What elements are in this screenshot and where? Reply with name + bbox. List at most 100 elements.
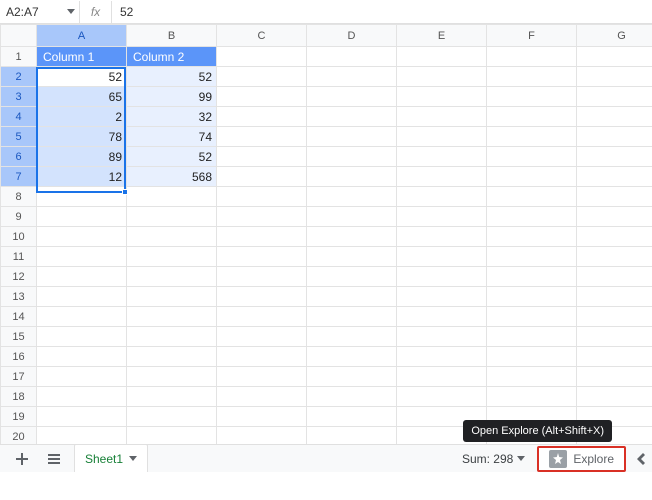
cell[interactable]: [307, 227, 397, 247]
cell[interactable]: [577, 347, 652, 367]
name-box[interactable]: A2:A7: [0, 1, 80, 23]
cell[interactable]: [307, 307, 397, 327]
cell[interactable]: [487, 47, 577, 67]
row-header[interactable]: 8: [1, 187, 37, 207]
cell[interactable]: [37, 287, 127, 307]
cell[interactable]: [577, 327, 652, 347]
cell[interactable]: [217, 247, 307, 267]
cell[interactable]: 2: [37, 107, 127, 127]
cell[interactable]: [577, 247, 652, 267]
cell[interactable]: 52: [127, 67, 217, 87]
cell[interactable]: [307, 147, 397, 167]
row-header[interactable]: 1: [1, 47, 37, 67]
cell[interactable]: [577, 47, 652, 67]
cell[interactable]: [397, 307, 487, 327]
cell[interactable]: [127, 227, 217, 247]
cell[interactable]: [127, 287, 217, 307]
row-header[interactable]: 13: [1, 287, 37, 307]
row-header[interactable]: 14: [1, 307, 37, 327]
cell[interactable]: [487, 127, 577, 147]
cell[interactable]: [127, 407, 217, 427]
cell[interactable]: [217, 87, 307, 107]
cell[interactable]: 12: [37, 167, 127, 187]
cell[interactable]: 89: [37, 147, 127, 167]
formula-input[interactable]: [112, 1, 652, 23]
cell[interactable]: 99: [127, 87, 217, 107]
quicksum-button[interactable]: Sum: 298: [454, 452, 533, 466]
cell[interactable]: [307, 387, 397, 407]
row-header[interactable]: 10: [1, 227, 37, 247]
column-header[interactable]: B: [127, 25, 217, 47]
cell[interactable]: [487, 267, 577, 287]
row-header[interactable]: 4: [1, 107, 37, 127]
cell[interactable]: [217, 367, 307, 387]
cell[interactable]: [487, 227, 577, 247]
cell[interactable]: 52: [127, 147, 217, 167]
cell[interactable]: [307, 287, 397, 307]
column-header[interactable]: D: [307, 25, 397, 47]
row-header[interactable]: 9: [1, 207, 37, 227]
cell[interactable]: [577, 167, 652, 187]
cell[interactable]: [397, 87, 487, 107]
cell[interactable]: [307, 207, 397, 227]
collapse-sidebar-button[interactable]: [630, 447, 652, 471]
column-header[interactable]: C: [217, 25, 307, 47]
cell[interactable]: [217, 207, 307, 227]
cell[interactable]: [397, 267, 487, 287]
cell[interactable]: [217, 167, 307, 187]
cell[interactable]: [307, 347, 397, 367]
cell[interactable]: [217, 327, 307, 347]
cell[interactable]: [397, 247, 487, 267]
cell[interactable]: [487, 307, 577, 327]
cell[interactable]: [127, 207, 217, 227]
row-header[interactable]: 11: [1, 247, 37, 267]
cell[interactable]: [577, 207, 652, 227]
add-sheet-button[interactable]: [10, 447, 34, 471]
cell[interactable]: [577, 67, 652, 87]
cell[interactable]: [217, 147, 307, 167]
cell[interactable]: [487, 367, 577, 387]
cell[interactable]: [577, 127, 652, 147]
cell[interactable]: [397, 207, 487, 227]
cell[interactable]: [37, 327, 127, 347]
cell[interactable]: [307, 367, 397, 387]
cell[interactable]: [577, 87, 652, 107]
cell[interactable]: [397, 227, 487, 247]
cell[interactable]: 65: [37, 87, 127, 107]
cell[interactable]: [217, 227, 307, 247]
all-sheets-button[interactable]: [42, 447, 66, 471]
row-header[interactable]: 18: [1, 387, 37, 407]
row-header[interactable]: 3: [1, 87, 37, 107]
cell[interactable]: [37, 407, 127, 427]
cell[interactable]: [397, 367, 487, 387]
select-all-corner[interactable]: [1, 25, 37, 47]
cell[interactable]: [487, 147, 577, 167]
cell[interactable]: [37, 267, 127, 287]
cell[interactable]: [217, 127, 307, 147]
cell[interactable]: [307, 67, 397, 87]
cell[interactable]: [487, 67, 577, 87]
cell[interactable]: [397, 387, 487, 407]
cell[interactable]: [577, 387, 652, 407]
row-header[interactable]: 7: [1, 167, 37, 187]
cell[interactable]: [127, 347, 217, 367]
cell[interactable]: [487, 287, 577, 307]
cell[interactable]: [487, 347, 577, 367]
row-header[interactable]: 2: [1, 67, 37, 87]
cell[interactable]: [307, 47, 397, 67]
cell[interactable]: [37, 207, 127, 227]
row-header[interactable]: 16: [1, 347, 37, 367]
cell[interactable]: [217, 267, 307, 287]
cell[interactable]: [397, 67, 487, 87]
cell[interactable]: [37, 227, 127, 247]
cell[interactable]: [577, 287, 652, 307]
cell[interactable]: [487, 187, 577, 207]
cell[interactable]: 78: [37, 127, 127, 147]
column-header[interactable]: A: [37, 25, 127, 47]
cell[interactable]: [217, 67, 307, 87]
cell[interactable]: [397, 47, 487, 67]
column-header[interactable]: E: [397, 25, 487, 47]
cell[interactable]: [217, 187, 307, 207]
cell[interactable]: [37, 187, 127, 207]
cell[interactable]: [397, 167, 487, 187]
